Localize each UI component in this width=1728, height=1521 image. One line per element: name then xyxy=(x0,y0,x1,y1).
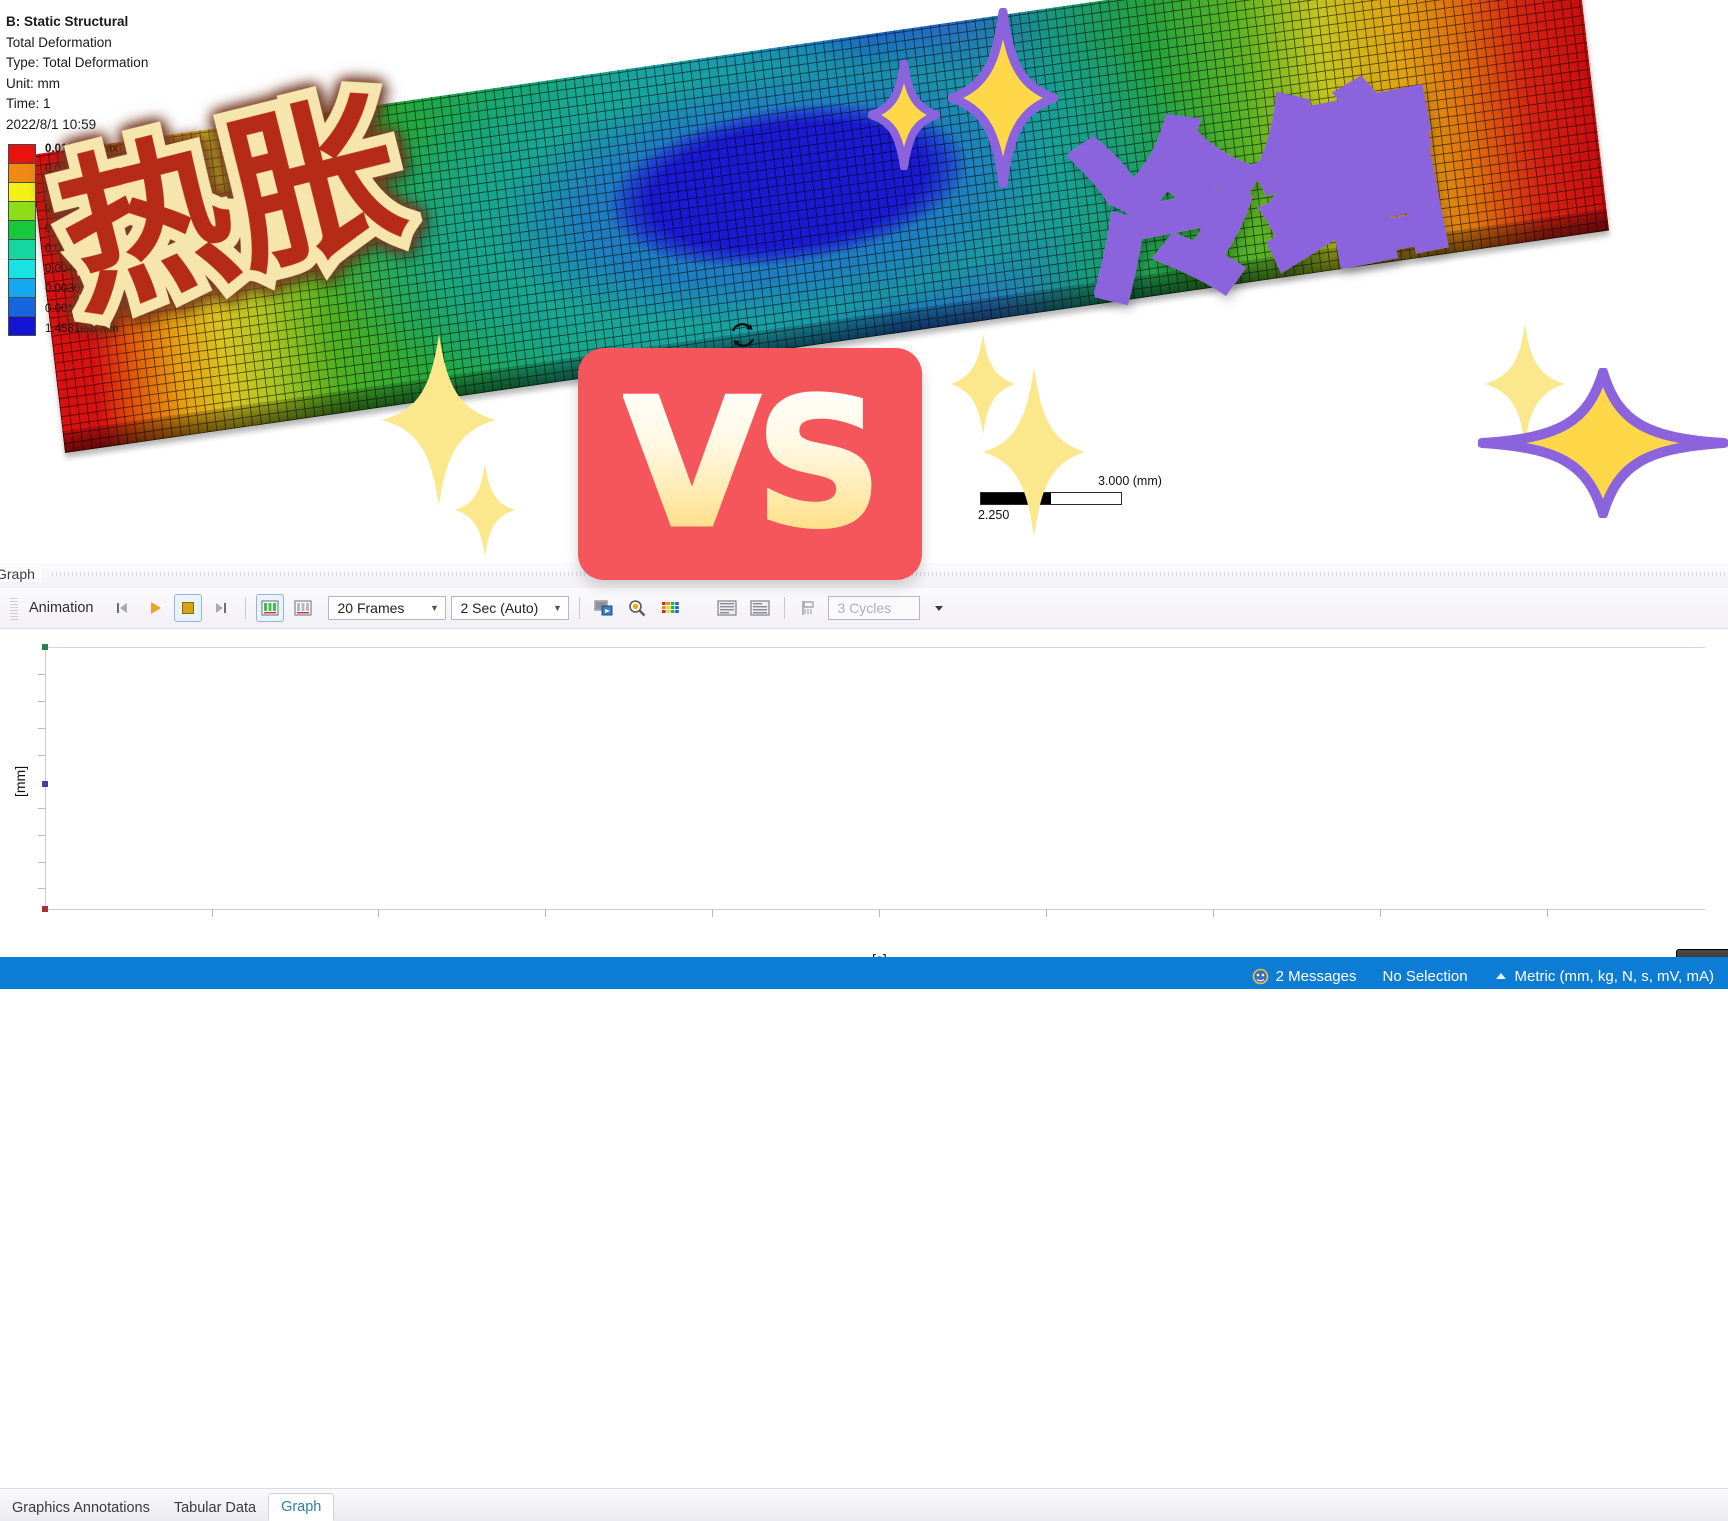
tabular-frames-alt-button[interactable] xyxy=(746,594,774,622)
legend-swatch xyxy=(9,202,35,222)
result-line-0: Total Deformation xyxy=(6,34,112,50)
x-tick xyxy=(378,909,379,917)
cycles-combobox[interactable]: 3 Cycles xyxy=(828,596,921,620)
cycles-value: 3 Cycles xyxy=(837,600,892,616)
series-marker-average xyxy=(42,781,48,787)
sparkle-icon-purple-large xyxy=(948,8,1058,188)
undistributed-animation-button[interactable] xyxy=(289,594,317,622)
cycles-flag-icon[interactable] xyxy=(795,594,823,622)
x-tick xyxy=(1380,909,1381,917)
first-frame-button[interactable] xyxy=(108,594,136,622)
x-axis-line xyxy=(45,909,1705,910)
zoom-to-fit-button[interactable] xyxy=(623,594,651,622)
status-bar: 2 Messages No Selection Metric (mm, kg, … xyxy=(0,957,1728,1080)
x-tick xyxy=(879,909,880,917)
legend-swatch xyxy=(9,297,35,317)
y-tick xyxy=(38,674,45,675)
chevron-down-icon-duration[interactable]: ▼ xyxy=(550,603,564,613)
result-line-2: Unit: mm xyxy=(6,75,60,91)
result-title: B: Static Structural xyxy=(6,14,129,29)
chevron-down-icon-frames[interactable]: ▼ xyxy=(427,603,441,613)
y-tick xyxy=(38,728,45,729)
x-tick xyxy=(1046,909,1047,917)
duration-combobox[interactable]: 2 Sec (Auto) ▼ xyxy=(451,596,570,620)
play-button[interactable] xyxy=(141,594,169,622)
legend-swatch xyxy=(9,145,35,165)
legend-swatch xyxy=(9,259,35,279)
series-marker-maximum xyxy=(42,644,48,650)
messages-icon xyxy=(1252,968,1268,984)
rotate-cursor-icon xyxy=(731,323,755,347)
status-units[interactable]: Metric (mm, kg, N, s, mV, mA) xyxy=(1494,968,1714,985)
status-selection-label: No Selection xyxy=(1382,967,1468,985)
scale-bar-top-label: 3.000 (mm) xyxy=(1098,474,1162,488)
toolbar-separator-1 xyxy=(245,597,247,619)
sparkle-icon-purple-right xyxy=(1478,368,1728,518)
y-tick xyxy=(38,862,45,863)
series-line-maximum xyxy=(45,647,1705,648)
result-info-block: B: Static Structural Total Deformation T… xyxy=(6,12,148,135)
animation-label: Animation xyxy=(29,600,94,616)
legend-color-bar xyxy=(8,144,36,336)
legend-swatch xyxy=(9,164,35,184)
export-video-button[interactable] xyxy=(590,594,618,622)
sparkle-icon-yellow-left-small xyxy=(455,463,515,557)
status-units-label: Metric (mm, kg, N, s, mV, mA) xyxy=(1514,967,1714,985)
status-bar-filler xyxy=(0,989,1728,1080)
result-line-3: Time: 1 xyxy=(6,96,51,111)
tab-graphics-annotations[interactable]: Graphics Annotations xyxy=(0,1495,162,1521)
frames-combobox[interactable]: 20 Frames ▼ xyxy=(328,596,447,620)
distributed-animation-button[interactable] xyxy=(256,594,285,622)
result-line-1: Type: Total Deformation xyxy=(6,55,149,70)
y-tick xyxy=(38,888,45,889)
legend-swatch xyxy=(9,316,35,335)
graphics-viewport[interactable]: B: Static Structural Total Deformation T… xyxy=(0,0,1728,633)
toolbar-grip[interactable] xyxy=(10,596,18,620)
bottom-tab-strip[interactable]: Graphics Annotations Tabular Data Graph xyxy=(0,1488,1728,1521)
graph-caption-label: Graph xyxy=(0,566,41,582)
x-tick xyxy=(1547,909,1548,917)
y-tick xyxy=(38,808,45,809)
series-marker-minimum xyxy=(42,906,48,912)
x-tick xyxy=(712,909,713,917)
x-tick xyxy=(212,909,213,917)
frames-value: 20 Frames xyxy=(337,600,405,616)
status-selection: No Selection xyxy=(1382,968,1467,985)
tab-tabular-data[interactable]: Tabular Data xyxy=(162,1495,268,1521)
y-tick xyxy=(38,835,45,836)
tabular-frames-button[interactable] xyxy=(713,594,741,622)
sparkle-icon-yellow-mid-large xyxy=(983,366,1085,538)
status-messages-label: 2 Messages xyxy=(1275,967,1357,985)
status-messages[interactable]: 2 Messages xyxy=(1252,967,1357,985)
vs-badge: VS xyxy=(578,348,922,580)
y-tick xyxy=(38,701,45,702)
toolbar-separator-3 xyxy=(784,597,786,619)
legend-swatch xyxy=(9,240,35,260)
y-tick xyxy=(38,755,45,756)
sparkle-icon-purple-small xyxy=(868,60,940,170)
last-frame-button[interactable] xyxy=(207,594,235,622)
chevron-down-icon-cycles[interactable] xyxy=(925,594,953,622)
x-tick xyxy=(1213,909,1214,917)
x-tick xyxy=(545,909,546,917)
animation-toolbar[interactable]: Animation 20 Frames ▼ 2 Sec (Auto) ▼ 3 C… xyxy=(0,588,1728,629)
legend-swatch xyxy=(9,278,35,298)
vs-badge-label: VS xyxy=(622,360,885,567)
toolbar-separator-2 xyxy=(579,597,581,619)
stop-button[interactable] xyxy=(174,594,203,622)
y-axis-line xyxy=(45,647,46,909)
duration-value: 2 Sec (Auto) xyxy=(460,600,539,616)
legend-swatch xyxy=(9,221,35,241)
legend-swatch xyxy=(9,183,35,203)
units-caret-icon xyxy=(1495,973,1506,979)
y-axis-title: [mm] xyxy=(12,765,28,797)
tab-graph[interactable]: Graph xyxy=(268,1493,335,1521)
color-bands-button[interactable] xyxy=(656,594,684,622)
